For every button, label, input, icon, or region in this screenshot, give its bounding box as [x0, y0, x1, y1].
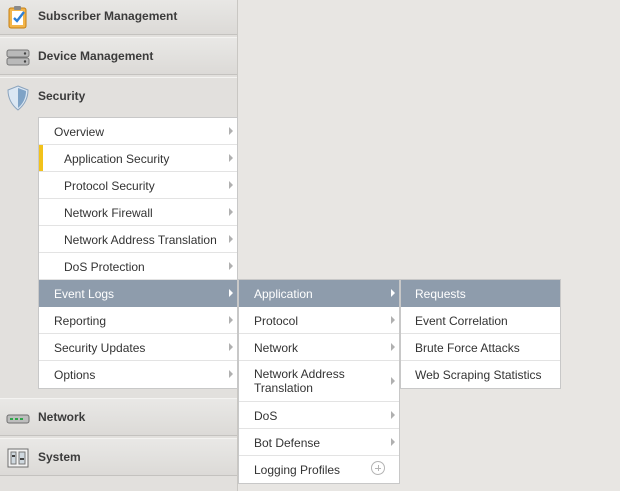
chevron-right-icon [391, 377, 395, 385]
nav-label: Subscriber Management [38, 9, 178, 23]
menu-item-logging-profiles[interactable]: Logging Profiles [239, 456, 399, 483]
menu-item-label: Network Firewall [64, 206, 153, 220]
chevron-right-icon [229, 154, 233, 162]
menu-item-protocol-security[interactable]: Protocol Security [39, 172, 237, 199]
menu-item-label: Overview [54, 125, 105, 139]
nav-network[interactable]: Network [0, 398, 237, 436]
menu-item-label: Brute Force Attacks [415, 341, 520, 355]
menu-item-event-correlation[interactable]: Event Correlation [401, 307, 560, 334]
chevron-right-icon [229, 316, 233, 324]
selected-marker [39, 145, 43, 171]
menu-item-label: Web Scraping Statistics [415, 368, 542, 382]
menu-item-label: Security Updates [54, 341, 146, 355]
menu-item-options[interactable]: Options [39, 361, 237, 388]
menu-item-network-address-translation[interactable]: Network Address Translation [39, 226, 237, 253]
menu-item-label: Protocol Security [64, 179, 155, 193]
menu-item-label: Network Address [254, 367, 345, 381]
menu-item-overview[interactable]: Overview [39, 118, 237, 145]
menu-item-label: DoS Protection [64, 260, 145, 274]
nav-device-management[interactable]: Device Management [0, 37, 237, 75]
menu-item-label: Network [254, 341, 299, 355]
application-menu: Requests Event Correlation Brute Force A… [400, 279, 561, 389]
chevron-right-icon [229, 127, 233, 135]
menu-item-protocol[interactable]: Protocol [239, 307, 399, 334]
menu-item-dos[interactable]: DoS [239, 402, 399, 429]
chevron-right-icon [391, 316, 395, 324]
server-drives-icon [6, 45, 30, 69]
nav-security[interactable]: Security [0, 77, 237, 115]
chevron-right-icon [229, 289, 233, 297]
chevron-right-icon [229, 181, 233, 189]
menu-item-label: Application [254, 287, 313, 301]
menu-item-label: Options [54, 368, 96, 382]
event-logs-menu: Application Protocol Network Network Add… [238, 279, 400, 484]
menu-item-label: Logging Profiles [254, 463, 341, 477]
menu-item-event-logs[interactable]: Event Logs [39, 280, 237, 307]
menu-item-label: Requests [415, 287, 466, 301]
menu-item-web-scraping-statistics[interactable]: Web Scraping Statistics [401, 361, 560, 388]
network-switch-icon [6, 406, 30, 430]
chevron-right-icon [229, 235, 233, 243]
menu-item-label: Bot Defense [254, 436, 321, 450]
chevron-right-icon [391, 438, 395, 446]
nav-label: System [38, 450, 81, 464]
menu-item-label: DoS [254, 409, 278, 423]
nav-label: Device Management [38, 49, 154, 63]
menu-item-bot-defense[interactable]: Bot Defense [239, 429, 399, 456]
menu-item-dos-protection[interactable]: DoS Protection [39, 253, 237, 280]
nav-label: Security [38, 89, 86, 103]
security-menu: Overview Application Security Protocol S… [38, 117, 238, 389]
shield-icon [6, 85, 30, 111]
nav-subscriber-management[interactable]: Subscriber Management [0, 0, 237, 35]
clipboard-check-icon [6, 5, 30, 29]
menu-item-network-firewall[interactable]: Network Firewall [39, 199, 237, 226]
add-circle-icon[interactable] [371, 461, 385, 475]
menu-item-label: Event Logs [54, 287, 115, 301]
menu-item-label-line2: Translation [254, 381, 313, 395]
menu-item-requests[interactable]: Requests [401, 280, 560, 307]
chevron-right-icon [229, 370, 233, 378]
chevron-right-icon [229, 343, 233, 351]
menu-item-label: Network Address Translation [64, 233, 217, 247]
menu-item-brute-force-attacks[interactable]: Brute Force Attacks [401, 334, 560, 361]
chevron-right-icon [391, 343, 395, 351]
menu-item-label: Reporting [54, 314, 107, 328]
chevron-right-icon [229, 208, 233, 216]
chevron-right-icon [391, 411, 395, 419]
chevron-right-icon [391, 289, 395, 297]
nav-system[interactable]: System [0, 438, 237, 476]
menu-item-label: Application Security [64, 152, 170, 166]
menu-item-label: Protocol [254, 314, 299, 328]
system-panel-icon [6, 446, 30, 470]
menu-item-application[interactable]: Application [239, 280, 399, 307]
menu-item-application-security[interactable]: Application Security [39, 145, 237, 172]
menu-item-reporting[interactable]: Reporting [39, 307, 237, 334]
menu-item-nat[interactable]: Network Address Translation [239, 361, 399, 402]
menu-item-network[interactable]: Network [239, 334, 399, 361]
nav-label: Network [38, 410, 86, 424]
menu-item-security-updates[interactable]: Security Updates [39, 334, 237, 361]
chevron-right-icon [229, 262, 233, 270]
menu-item-label: Event Correlation [415, 314, 508, 328]
